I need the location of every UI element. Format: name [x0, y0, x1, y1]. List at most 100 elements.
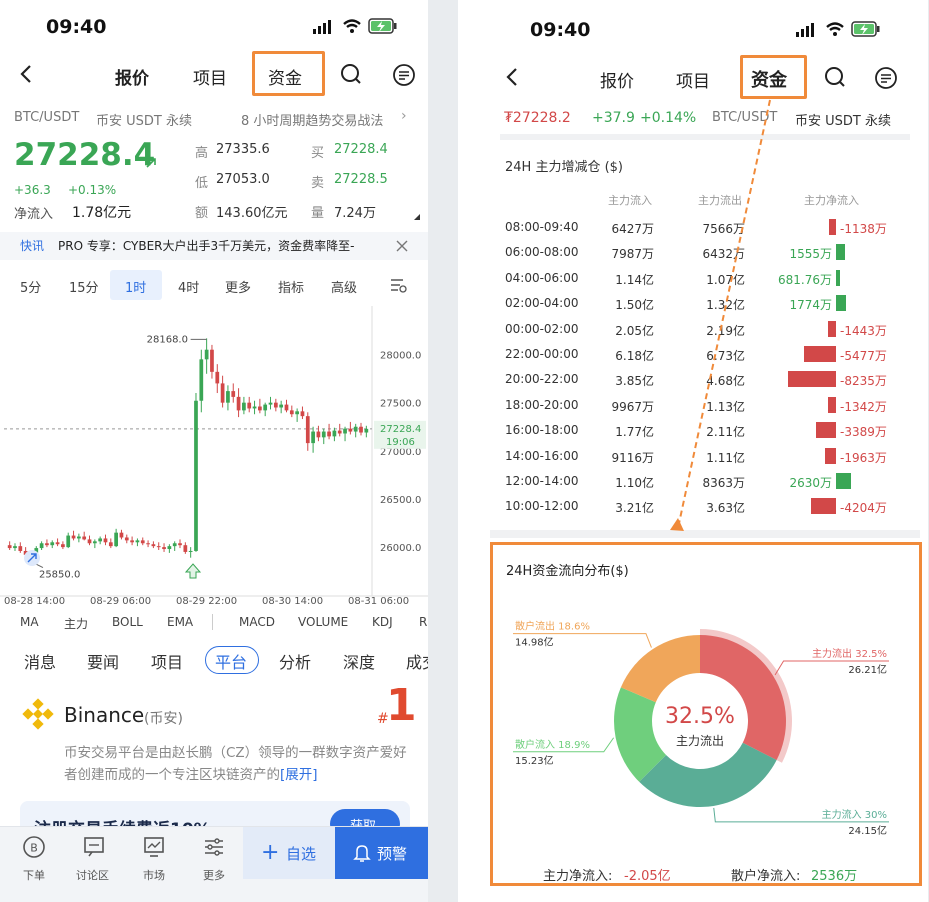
tab-trades[interactable]: 成交	[406, 649, 428, 673]
candle-body	[66, 535, 71, 548]
nav-more[interactable]: 更多	[194, 835, 234, 885]
candle-body	[348, 428, 353, 432]
row-main-out: 1.11亿	[706, 450, 745, 465]
signal-icon	[313, 20, 331, 34]
back-icon[interactable]	[18, 64, 34, 84]
tab-quote[interactable]: 报价	[600, 67, 634, 92]
candle-body	[273, 402, 278, 408]
search-icon[interactable]	[340, 63, 362, 85]
back-icon[interactable]	[504, 67, 520, 87]
buy-signal-icon[interactable]	[184, 563, 202, 579]
net-flow-bar	[836, 295, 847, 312]
row-main-net: 681.76万	[778, 272, 832, 287]
net-flow-bar	[829, 219, 836, 235]
table-row: 04:00-06:00 1.14亿 1.07亿 681.76万	[458, 267, 928, 292]
high-value: 27335.6	[216, 142, 270, 157]
candle-body	[50, 542, 55, 546]
row-main-in: 7987万	[611, 247, 654, 262]
tab-projects[interactable]: 项目	[151, 649, 183, 673]
menu-icon[interactable]	[392, 63, 416, 87]
tab-project[interactable]: 项目	[676, 67, 710, 92]
indicator-menu[interactable]: 指标	[278, 277, 304, 296]
news-ticker[interactable]: 快讯 PRO 专享：CYBER大户出手3千万美元，资金费率降至-	[0, 232, 428, 260]
candle-body	[172, 543, 177, 547]
candle-body	[258, 406, 262, 411]
tab-quote[interactable]: 报价	[115, 64, 149, 89]
menu-icon[interactable]	[874, 66, 898, 90]
indicator-volume[interactable]: VOLUME	[298, 615, 348, 629]
alert-button[interactable]: 预警	[335, 827, 428, 879]
row-main-in: 1.14亿	[615, 272, 654, 287]
battery-charging-icon	[851, 21, 880, 37]
chevron-right-icon: ›	[401, 108, 407, 124]
table-row: 18:00-20:00 9967万 1.13亿 -1342万	[458, 394, 928, 419]
alert-label: 预警	[377, 845, 408, 863]
row-main-in: 2.05亿	[615, 323, 654, 338]
net-flow-bar	[811, 498, 836, 515]
indicator-kdj[interactable]: KDJ	[372, 615, 393, 629]
candle-body	[199, 359, 204, 401]
interval-1h[interactable]: 1时	[125, 277, 146, 296]
indicator-macd[interactable]: MACD	[239, 615, 275, 629]
net-flow-bar	[828, 396, 836, 413]
ticker-change: +37.9	[592, 110, 635, 126]
interval-15m[interactable]: 15分	[69, 277, 99, 296]
donut-chart[interactable]: 主力流出 32.5% 26.21亿主力流入 30% 24.15亿 散户流入 18.9%…	[493, 545, 919, 883]
volume-value: 7.24万	[334, 206, 376, 221]
candle-body	[226, 391, 230, 403]
candle-body	[210, 349, 214, 372]
binance-logo-icon	[22, 698, 54, 730]
tab-headlines[interactable]: 要闻	[87, 649, 119, 673]
tab-depth[interactable]: 深度	[343, 649, 375, 673]
header-main-out: 主力流出	[698, 194, 742, 207]
indicator-ma[interactable]: MA	[20, 615, 39, 629]
advanced-menu[interactable]: 高级	[331, 277, 357, 296]
strategy-link[interactable]: 8 小时周期趋势交易战法	[241, 110, 383, 129]
nav-order[interactable]: B 下单	[14, 835, 54, 885]
interval-more[interactable]: 更多	[225, 277, 251, 296]
interval-5m[interactable]: 5分	[20, 277, 41, 296]
candle-body	[124, 537, 129, 541]
candle-body	[92, 541, 97, 544]
high-label: 高	[195, 146, 209, 161]
slice-label: 主力流入 30%	[822, 808, 887, 821]
row-main-out: 4.68亿	[706, 374, 745, 389]
more-icon	[205, 838, 223, 856]
donut-slice[interactable]	[620, 635, 700, 703]
search-icon[interactable]	[824, 66, 846, 88]
tab-project[interactable]: 项目	[193, 64, 227, 89]
row-main-out: 1.07亿	[706, 272, 745, 287]
candle-body	[18, 546, 23, 551]
candle-body	[156, 546, 161, 548]
tab-analysis[interactable]: 分析	[279, 649, 311, 673]
flow-table: 08:00-09:40 6427万 7566万 -1138万 06:00-08:00 79…	[458, 216, 928, 526]
tab-platform[interactable]: 平台	[215, 649, 247, 673]
row-main-net: -1963万	[840, 450, 887, 465]
row-time: 20:00-22:00	[505, 372, 579, 387]
nav-forum[interactable]: 讨论区	[72, 835, 116, 885]
nav-market[interactable]: 市场	[134, 835, 174, 885]
row-time: 06:00-08:00	[505, 245, 579, 260]
indicator-r[interactable]: R	[419, 615, 427, 629]
tab-messages[interactable]: 消息	[24, 649, 56, 673]
indicator-ema[interactable]: EMA	[167, 615, 193, 629]
net-flow-bar	[836, 244, 846, 261]
interval-4h[interactable]: 4时	[178, 277, 199, 296]
row-main-net: -8235万	[840, 374, 887, 389]
news-tag: 快讯	[20, 239, 45, 253]
indicator-boll[interactable]: BOLL	[112, 615, 143, 629]
divider	[500, 134, 910, 140]
candle-body	[103, 538, 108, 543]
candle-body	[7, 545, 12, 549]
donut-center-label: 主力流出	[676, 734, 724, 748]
expand-link[interactable]: [展开]	[280, 767, 318, 783]
candle-body	[343, 428, 347, 434]
candle-body	[305, 416, 310, 444]
slice-label: 主力流出 32.5%	[812, 647, 887, 660]
chart-settings-icon[interactable]	[390, 277, 408, 293]
close-icon[interactable]	[396, 240, 408, 252]
retail-net-label: 散户净流入:	[731, 869, 801, 884]
indicator-main[interactable]: 主力	[64, 615, 88, 632]
candlestick-chart[interactable]: 28000.027500.027000.026500.026000.027228…	[0, 306, 428, 610]
watchlist-button[interactable]: + 自选	[243, 827, 335, 879]
